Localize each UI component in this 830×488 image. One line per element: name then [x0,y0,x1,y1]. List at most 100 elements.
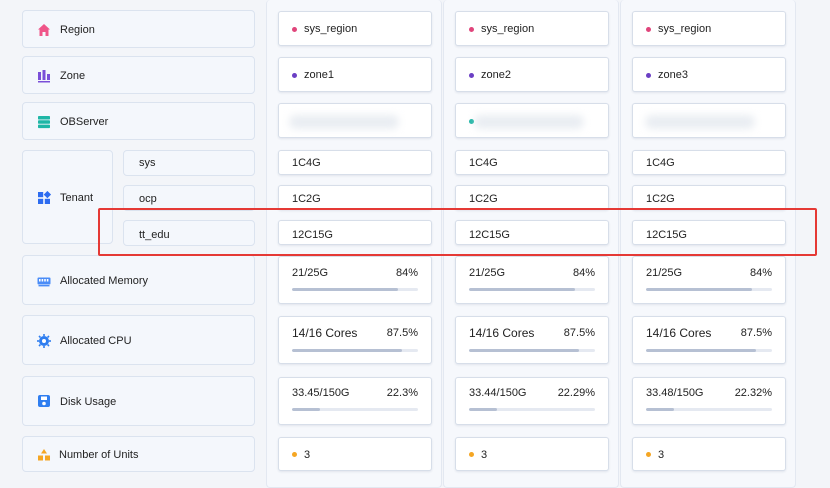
observer-label: OBServer [60,116,109,128]
observer-cell[interactable] [455,103,609,138]
tenant-cell-ocp[interactable]: 1C2G [455,185,609,210]
cpu-progress-track [469,349,595,352]
memory-percent: 84% [572,267,595,279]
observer-cell[interactable] [632,103,786,138]
row-label-memory: Allocated Memory [22,255,255,305]
memory-progress-fill [292,288,398,291]
cpu-percent: 87.5% [563,327,595,339]
disk-value: 33.45/150G [292,387,350,399]
row-label-zone: Zone [22,56,255,94]
cpu-percent: 87.5% [740,327,772,339]
disk-percent: 22.3% [386,387,418,399]
cpu-percent: 87.5% [386,327,418,339]
disk-progress-track [646,408,772,411]
observer-redacted [474,115,584,129]
disk-progress-track [469,408,595,411]
disk-value: 33.48/150G [646,387,704,399]
units-cell: 3 [455,437,609,471]
cpu-value: 14/16 Cores [469,326,535,340]
tenant-spec: 1C4G [469,157,498,169]
tenant-cell-ocp[interactable]: 1C2G [278,185,432,210]
tenant-spec: 1C4G [646,157,675,169]
cpu-cell: 14/16 Cores 87.5% [455,316,609,364]
units-value: 3 [658,449,665,461]
disk-value: 33.44/150G [469,387,527,399]
observer-cell[interactable] [278,103,432,138]
tenant-spec: 1C2G [292,193,321,205]
tenant-name-label: ocp [139,193,157,205]
disk-label: Disk Usage [60,396,117,408]
memory-cell: 21/25G 84% [455,256,609,304]
region-value: sys_region [304,23,358,35]
disk-cell: 33.48/150G 22.32% [632,377,786,425]
disk-progress-fill [469,408,498,411]
disk-progress-fill [646,408,675,411]
units-cell: 3 [632,437,786,471]
bar-chart-icon [38,70,50,83]
units-dot [469,452,474,457]
memory-cell: 21/25G 84% [632,256,786,304]
disk-percent: 22.32% [734,387,772,399]
units-icon [38,449,50,461]
memory-icon [37,277,51,287]
cpu-cell: 14/16 Cores 87.5% [278,316,432,364]
region-label: Region [60,24,95,36]
zone-dot [292,73,297,78]
row-label-units: Number of Units [22,436,255,472]
memory-progress-fill [646,288,752,291]
region-value: sys_region [658,23,712,35]
region-dot [469,27,474,32]
disk-cell: 33.45/150G 22.3% [278,377,432,425]
row-label-region: Region [22,10,255,48]
region-dot [646,27,651,32]
zone-cell[interactable]: zone1 [278,57,432,92]
tenant-spec: 1C2G [469,193,498,205]
cpu-progress-track [292,349,418,352]
cpu-value: 14/16 Cores [646,326,712,340]
memory-progress-track [646,288,772,291]
disk-progress-fill [292,408,321,411]
region-cell[interactable]: sys_region [278,11,432,46]
tenant-cell-ocp[interactable]: 1C2G [632,185,786,210]
memory-progress-track [469,288,595,291]
cpu-value: 14/16 Cores [292,326,358,340]
cpu-progress-track [646,349,772,352]
region-cell[interactable]: sys_region [455,11,609,46]
zone-value: zone3 [658,69,688,81]
disk-progress-track [292,408,418,411]
observer-redacted [645,115,755,129]
tenant-name-label: sys [139,157,156,169]
row-label-cpu: Allocated CPU [22,315,255,365]
tenant-label: Tenant [60,192,94,204]
zone-dot [646,73,651,78]
tenant-cell-sys[interactable]: 1C4G [278,150,432,175]
memory-progress-fill [469,288,575,291]
tenant-name-sys[interactable]: sys [123,150,255,176]
memory-progress-track [292,288,418,291]
grid-icon [38,191,51,204]
memory-percent: 84% [749,267,772,279]
units-value: 3 [304,449,311,461]
disk-cell: 33.44/150G 22.29% [455,377,609,425]
units-value: 3 [481,449,488,461]
tenant-cell-sys[interactable]: 1C4G [632,150,786,175]
region-cell[interactable]: sys_region [632,11,786,46]
observer-redacted [289,115,399,129]
units-dot [292,452,297,457]
cpu-progress-fill [469,349,580,352]
zone-cell[interactable]: zone2 [455,57,609,92]
zone-cell[interactable]: zone3 [632,57,786,92]
cpu-cell: 14/16 Cores 87.5% [632,316,786,364]
tenant-spec: 1C4G [292,157,321,169]
units-dot [646,452,651,457]
server-icon [38,116,50,129]
zone-value: zone2 [481,69,511,81]
tenant-cell-sys[interactable]: 1C4G [455,150,609,175]
home-icon [38,24,50,36]
units-cell: 3 [278,437,432,471]
memory-value: 21/25G [292,267,329,279]
memory-label: Allocated Memory [60,275,149,287]
region-dot [292,27,297,32]
cpu-progress-fill [646,349,757,352]
tenant-spec: 1C2G [646,193,675,205]
